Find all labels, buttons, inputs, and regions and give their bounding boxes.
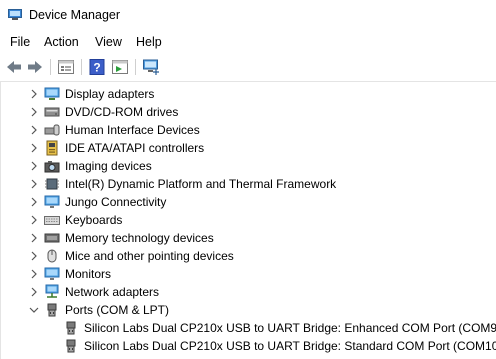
memory-icon	[44, 233, 60, 243]
window-title: Device Manager	[29, 8, 121, 22]
tree-item-keyboards[interactable]: Keyboards	[1, 211, 495, 229]
tree-item-label: Display adapters	[65, 87, 155, 101]
tree-item-label: Mice and other pointing devices	[65, 249, 234, 263]
menu-help[interactable]: Help	[136, 35, 162, 49]
chevron-right-icon[interactable]	[28, 268, 40, 280]
toolbar-separator	[50, 59, 51, 75]
network-icon	[45, 284, 59, 298]
port-icon	[47, 303, 57, 317]
chevron-right-icon[interactable]	[28, 214, 40, 226]
device-tree: Display adapters DVD/CD-ROM drives Human…	[0, 81, 496, 359]
properties-button[interactable]	[56, 57, 76, 77]
back-button[interactable]	[4, 57, 24, 77]
port-icon	[66, 339, 76, 353]
tree-item-imaging-devices[interactable]: Imaging devices	[1, 157, 495, 175]
monitor-icon	[44, 267, 60, 280]
ide-controller-icon	[46, 140, 58, 156]
tree-item-label: Human Interface Devices	[65, 123, 200, 137]
forward-icon	[28, 61, 42, 73]
tree-item-monitors[interactable]: Monitors	[1, 265, 495, 283]
display-adapter-icon	[44, 87, 60, 100]
chevron-right-icon[interactable]	[28, 232, 40, 244]
tree-item-label: Keyboards	[65, 213, 123, 227]
title-bar: Device Manager	[0, 0, 496, 31]
back-icon	[7, 61, 21, 73]
chevron-down-icon[interactable]	[28, 304, 40, 316]
chevron-right-icon[interactable]	[28, 142, 40, 154]
chevron-right-icon[interactable]	[28, 160, 40, 172]
device-manager-icon	[8, 9, 22, 20]
tree-item-label: Silicon Labs Dual CP210x USB to UART Bri…	[84, 321, 496, 335]
hid-icon	[44, 124, 60, 136]
tree-item-label: Jungo Connectivity	[65, 195, 167, 209]
chevron-right-icon[interactable]	[28, 178, 40, 190]
help-button[interactable]: ?	[87, 57, 107, 77]
scan-hardware-icon	[143, 59, 159, 75]
tree-item-dvd-cd-rom-drives[interactable]: DVD/CD-ROM drives	[1, 103, 495, 121]
scan-hardware-button[interactable]	[141, 57, 161, 77]
tree-item-human-interface-devices[interactable]: Human Interface Devices	[1, 121, 495, 139]
chevron-right-icon[interactable]	[28, 286, 40, 298]
toolbar-separator	[81, 59, 82, 75]
tree-item-label: Monitors	[65, 267, 112, 281]
tree-item-label: Imaging devices	[65, 159, 152, 173]
update-driver-button[interactable]	[110, 57, 130, 77]
tree-item-label: Intel(R) Dynamic Platform and Thermal Fr…	[65, 177, 337, 191]
menu-action[interactable]: Action	[44, 35, 79, 49]
tree-item-port-com9[interactable]: Silicon Labs Dual CP210x USB to UART Bri…	[1, 319, 496, 337]
menu-file[interactable]: File	[10, 35, 30, 49]
tree-item-label: Memory technology devices	[65, 231, 214, 245]
port-icon	[66, 321, 76, 335]
tree-item-ports[interactable]: Ports (COM & LPT)	[1, 301, 495, 319]
toolbar-separator	[135, 59, 136, 75]
tree-item-label: Silicon Labs Dual CP210x USB to UART Bri…	[84, 339, 496, 353]
tree-item-network-adapters[interactable]: Network adapters	[1, 283, 495, 301]
chevron-right-icon[interactable]	[28, 124, 40, 136]
chip-icon	[45, 178, 59, 190]
menu-bar: File Action View Help	[0, 31, 496, 53]
svg-text:?: ?	[93, 61, 100, 75]
tree-item-mice[interactable]: Mice and other pointing devices	[1, 247, 495, 265]
camera-icon	[44, 161, 60, 173]
tree-item-label: Ports (COM & LPT)	[65, 303, 170, 317]
menu-view[interactable]: View	[95, 35, 122, 49]
update-driver-icon	[112, 60, 128, 74]
tree-item-memory-technology-devices[interactable]: Memory technology devices	[1, 229, 495, 247]
help-icon: ?	[89, 59, 105, 75]
keyboard-icon	[44, 216, 60, 225]
tree-item-display-adapters[interactable]: Display adapters	[1, 85, 495, 103]
forward-button[interactable]	[25, 57, 45, 77]
properties-icon	[58, 60, 74, 74]
tree-item-label: DVD/CD-ROM drives	[65, 105, 179, 119]
chevron-right-icon[interactable]	[28, 250, 40, 262]
tree-item-intel-dptf[interactable]: Intel(R) Dynamic Platform and Thermal Fr…	[1, 175, 495, 193]
tree-item-port-com10[interactable]: Silicon Labs Dual CP210x USB to UART Bri…	[1, 337, 496, 355]
chevron-right-icon[interactable]	[28, 106, 40, 118]
mouse-icon	[47, 249, 57, 263]
chevron-right-icon[interactable]	[28, 196, 40, 208]
tree-item-label: Network adapters	[65, 285, 160, 299]
monitor-icon	[44, 195, 60, 208]
toolbar: ?	[0, 53, 496, 81]
tree-item-ide-ata-atapi-controllers[interactable]: IDE ATA/ATAPI controllers	[1, 139, 495, 157]
tree-item-jungo-connectivity[interactable]: Jungo Connectivity	[1, 193, 495, 211]
dvd-drive-icon	[44, 107, 60, 117]
tree-item-label: IDE ATA/ATAPI controllers	[65, 141, 205, 155]
chevron-right-icon[interactable]	[28, 88, 40, 100]
